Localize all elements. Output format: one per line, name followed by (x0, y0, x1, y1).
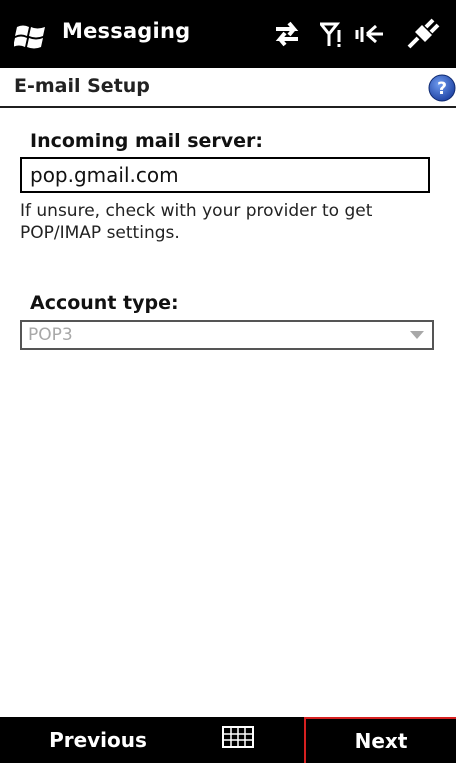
title-bar: Messaging (0, 0, 456, 68)
keyboard-icon[interactable] (222, 726, 254, 748)
chevron-down-icon (410, 331, 424, 339)
account-type-select[interactable]: POP3 (20, 320, 434, 350)
account-type-value: POP3 (28, 325, 73, 345)
incoming-server-input[interactable] (20, 157, 430, 193)
help-icon[interactable]: ? (428, 74, 456, 102)
volume-icon[interactable] (354, 18, 386, 50)
page-title: E-mail Setup (14, 75, 150, 97)
next-button[interactable]: Next (304, 717, 456, 763)
windows-start-icon[interactable] (14, 23, 48, 51)
softkey-bar: Previous Next (0, 717, 456, 763)
sync-arrows-icon[interactable] (272, 18, 302, 50)
power-plug-icon[interactable] (406, 18, 440, 50)
svg-text:?: ? (437, 79, 447, 99)
server-hint-text: If unsure, check with your provider to g… (20, 201, 373, 243)
signal-icon[interactable] (320, 18, 344, 50)
account-type-label: Account type: (30, 292, 179, 314)
previous-button[interactable]: Previous (0, 717, 196, 763)
app-title: Messaging (62, 19, 191, 43)
page-header: E-mail Setup ? (0, 68, 456, 108)
incoming-server-label: Incoming mail server: (30, 130, 264, 152)
